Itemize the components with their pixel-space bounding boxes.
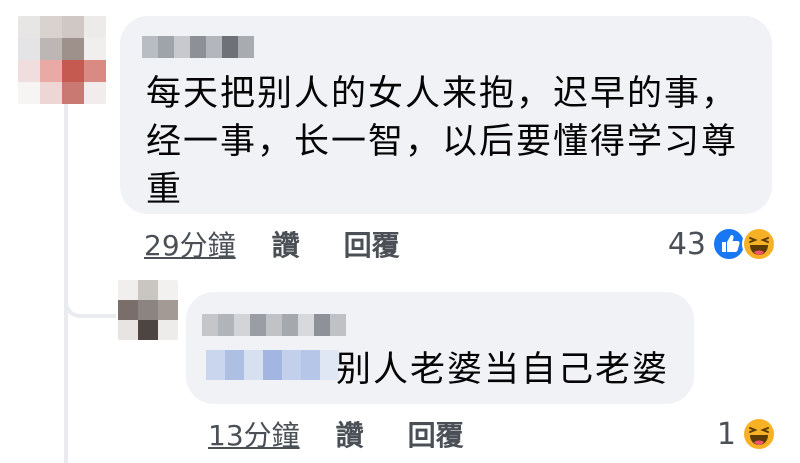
comment-timestamp[interactable]: 29分鐘: [144, 224, 236, 264]
reply-reaction-count: 1: [716, 416, 736, 452]
reply-reply-button[interactable]: 回覆: [408, 414, 464, 454]
haha-icon: [742, 227, 776, 261]
reply-bubble: 别人老婆当自己老婆: [186, 292, 694, 404]
replier-avatar[interactable]: [118, 280, 178, 340]
reply-like-button[interactable]: 讚: [336, 414, 364, 454]
reaction-count: 43: [667, 226, 706, 262]
comment-actions: 29分鐘 讚 回覆: [144, 224, 444, 264]
like-icon: [712, 227, 746, 261]
replier-name[interactable]: [202, 314, 346, 336]
reply-connector: [64, 300, 116, 318]
commenter-name[interactable]: [142, 36, 254, 58]
reply-button[interactable]: 回覆: [344, 224, 400, 264]
comment-reactions[interactable]: 43: [668, 224, 776, 264]
commenter-avatar[interactable]: [18, 16, 106, 104]
thread-line: [64, 100, 68, 463]
reply-timestamp[interactable]: 13分鐘: [208, 414, 300, 454]
like-button[interactable]: 讚: [272, 224, 300, 264]
comment-bubble: 每天把别人的女人来抱，迟早的事，经一事，长一智，以后要懂得学习尊重: [120, 16, 772, 214]
reply-actions: 13分鐘 讚 回覆: [208, 414, 508, 454]
mentioned-user[interactable]: [206, 350, 339, 380]
reply-text: 别人老婆当自己老婆: [336, 350, 670, 390]
haha-icon: [742, 417, 776, 451]
comment-text: 每天把别人的女人来抱，迟早的事，经一事，长一智，以后要懂得学习尊重: [146, 74, 739, 210]
reply-reactions[interactable]: 1: [717, 414, 776, 454]
